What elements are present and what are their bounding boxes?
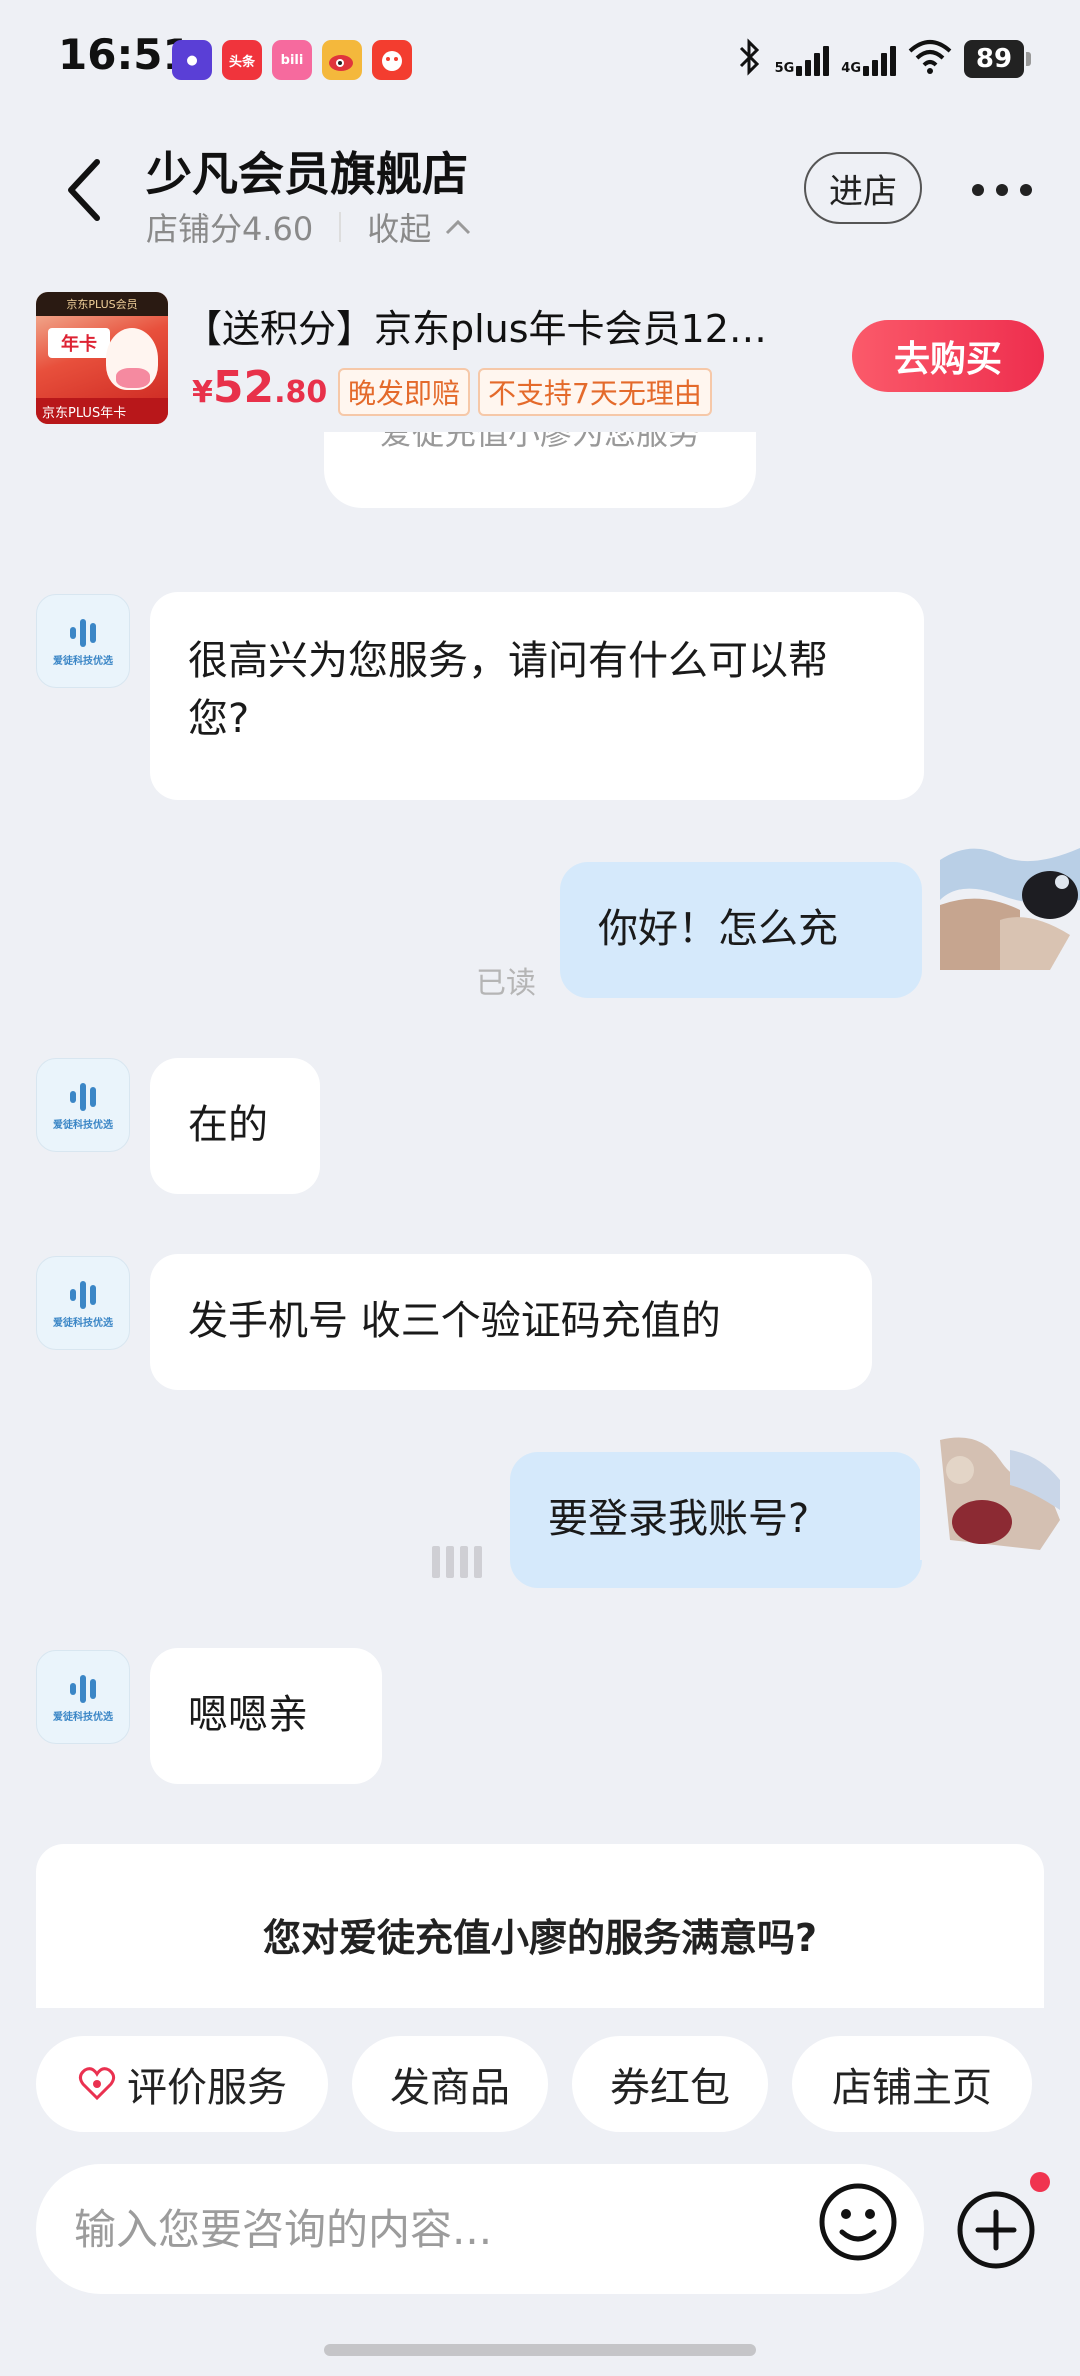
user-avatar[interactable]: [940, 840, 1080, 970]
app-toutiao-icon: 头条: [222, 40, 262, 80]
message-bubble-agent[interactable]: 嗯嗯亲: [150, 1648, 382, 1784]
message-text: 很高兴为您服务，请问有什么可以帮您?: [188, 638, 828, 742]
read-receipt: 已读: [476, 966, 536, 1001]
app-taobao-icon: [372, 40, 412, 80]
emoji-icon[interactable]: [818, 2182, 898, 2262]
price-integer: 52: [212, 362, 275, 413]
heart-person-icon: [78, 2067, 116, 2101]
status-bar: 16:51 ● 头条 bili 5G 4G 89: [0, 0, 1080, 120]
agent-avatar[interactable]: 爱徒科技优选: [36, 594, 130, 688]
agent-avatar[interactable]: 爱徒科技优选: [36, 1650, 130, 1744]
message-bubble-user[interactable]: 要登录我账号?: [510, 1452, 922, 1588]
message-text: 发手机号 收三个验证码充值的: [188, 1298, 721, 1344]
app-bilibili-icon: bili: [272, 40, 312, 80]
shop-subtitle: 店铺分4.60 收起: [146, 204, 471, 250]
message-input-container[interactable]: [36, 2164, 924, 2294]
agent-avatar[interactable]: 爱徒科技优选: [36, 1256, 130, 1350]
price-decimal: .80: [274, 375, 328, 410]
more-options-icon[interactable]: [964, 170, 1040, 210]
store-homepage-button[interactable]: 店铺主页: [792, 2036, 1032, 2132]
bottom-bar: 评价服务 发商品 券红包 店铺主页: [0, 2008, 1080, 2376]
enter-store-button[interactable]: 进店: [804, 152, 922, 224]
send-product-button[interactable]: 发商品: [352, 2036, 548, 2132]
message-bubble-agent[interactable]: 发手机号 收三个验证码充值的: [150, 1254, 872, 1390]
product-title[interactable]: 【送积分】京东plus年卡会员12…: [184, 298, 804, 353]
message-text: 在的: [188, 1102, 268, 1148]
agent-avatar[interactable]: 爱徒科技优选: [36, 1058, 130, 1152]
product-price: ¥ 52 .80: [192, 362, 327, 413]
plus-icon[interactable]: [956, 2190, 1036, 2270]
chevron-left-icon: [68, 159, 100, 221]
message-text: 你好！怎么充: [598, 906, 838, 952]
app-astronaut-icon: ●: [172, 40, 212, 80]
chat-header: 少凡会员旗舰店 店铺分4.60 收起 进店: [0, 120, 1080, 260]
price-symbol: ¥: [192, 375, 213, 410]
message-text: 嗯嗯亲: [188, 1692, 308, 1738]
product-tags: 晚发即赔 不支持7天无理由: [338, 368, 712, 416]
chevron-up-icon: [446, 219, 471, 235]
wifi-icon: [908, 39, 952, 79]
collapse-label: 收起: [367, 210, 432, 248]
product-card[interactable]: 京东PLUS会员 年卡 京东PLUS年卡 【送积分】京东plus年卡会员12… …: [0, 280, 1080, 430]
shop-name[interactable]: 少凡会员旗舰店: [146, 138, 468, 204]
back-button[interactable]: [48, 150, 118, 230]
product-image-bottom: 京东PLUS年卡: [36, 398, 168, 424]
read-receipt-indicator: [432, 1546, 482, 1578]
shop-score: 店铺分4.60: [146, 210, 314, 248]
satisfaction-question: 您对爱徒充值小廖的服务满意吗?: [262, 1915, 818, 1960]
divider: [339, 212, 342, 242]
notification-icons: ● 头条 bili: [172, 40, 412, 80]
message-bubble-agent[interactable]: 很高兴为您服务，请问有什么可以帮您?: [150, 592, 924, 800]
battery-icon: 89: [964, 40, 1031, 78]
product-image-badge: 年卡: [48, 328, 110, 358]
product-image-strip: 京东PLUS会员: [36, 292, 168, 316]
user-avatar[interactable]: [920, 1430, 1060, 1560]
message-bubble-user[interactable]: 你好！怎么充: [560, 862, 922, 998]
message-text: 要登录我账号?: [548, 1496, 810, 1542]
coupon-redpacket-button[interactable]: 券红包: [572, 2036, 768, 2132]
system-notice-text: 爱徒充值小廖为您服务: [379, 432, 700, 452]
quick-actions: 评价服务 发商品 券红包 店铺主页: [36, 2036, 1032, 2132]
notification-dot: [1030, 2172, 1050, 2192]
satisfaction-survey-card[interactable]: 您对爱徒充值小廖的服务满意吗?: [36, 1844, 1044, 2008]
bluetooth-icon: [737, 38, 763, 80]
buy-button[interactable]: 去购买: [852, 320, 1044, 392]
collapse-toggle[interactable]: 收起: [367, 204, 471, 250]
message-input[interactable]: [74, 2164, 814, 2294]
product-image[interactable]: 京东PLUS会员 年卡 京东PLUS年卡: [36, 292, 168, 424]
mascot-image: [106, 328, 158, 390]
tag-late-compensation: 晚发即赔: [338, 368, 471, 416]
message-bubble-agent[interactable]: 在的: [150, 1058, 320, 1194]
tag-no-return: 不支持7天无理由: [478, 368, 712, 416]
system-icons: 5G 4G 89: [737, 38, 1031, 80]
signal-4g-icon: 4G: [841, 42, 896, 76]
app-weibo-icon: [322, 40, 362, 80]
home-indicator[interactable]: [324, 2344, 756, 2356]
system-notice: 爱徒充值小廖为您服务: [324, 432, 756, 508]
rate-service-button[interactable]: 评价服务: [36, 2036, 328, 2132]
signal-5g-icon: 5G: [775, 42, 830, 76]
